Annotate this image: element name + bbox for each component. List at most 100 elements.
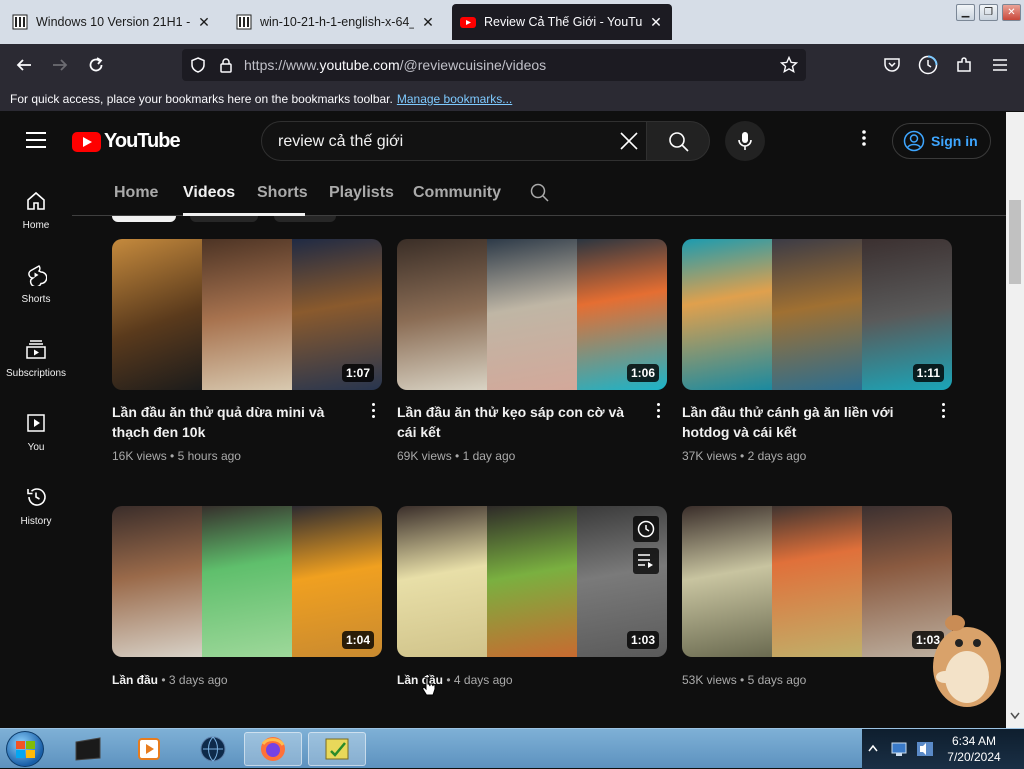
tab-playlists[interactable]: Playlists (329, 184, 394, 202)
filter-chip-popular[interactable] (190, 216, 258, 222)
taskbar-globe[interactable] (184, 732, 242, 766)
sign-in-button[interactable]: Sign in (892, 123, 991, 159)
maximize-window-button[interactable]: ❐ (979, 4, 998, 21)
tab-title: Review Cả Thế Giới - YouTube (484, 15, 642, 29)
taskbar-media-player[interactable] (120, 732, 178, 766)
network-icon[interactable] (890, 741, 908, 757)
sidebar-item-shorts[interactable]: Shorts (0, 264, 72, 326)
subscriptions-icon (26, 340, 46, 359)
video-thumbnail[interactable]: 1:07 (112, 239, 382, 390)
search-input[interactable]: review cả thế giới (261, 121, 647, 161)
minimize-window-button[interactable]: ▁ (956, 4, 975, 21)
video-menu-button[interactable] (368, 403, 378, 421)
video-thumbnail[interactable]: 1:06 (397, 239, 667, 390)
filter-chip-oldest[interactable] (274, 216, 336, 222)
url-text[interactable]: https://www.youtube.com/@reviewcuisine/v… (244, 57, 546, 73)
video-duration: 1:03 (626, 631, 659, 649)
back-button[interactable] (12, 53, 36, 77)
url-prefix: https://www. (244, 57, 320, 73)
tab-title: win-10-21-h-1-english-x-64_20 (260, 15, 414, 29)
forward-button[interactable] (48, 53, 72, 77)
start-button[interactable] (6, 731, 44, 767)
sidebar-item-subscriptions[interactable]: Subscriptions (0, 338, 72, 400)
tab-community[interactable]: Community (413, 184, 501, 202)
account-button[interactable] (916, 53, 940, 77)
close-icon[interactable]: ✕ (420, 14, 436, 31)
filter-chip-latest[interactable] (112, 216, 176, 222)
view-count: 53K views (682, 673, 737, 687)
browser-tab-windows-10[interactable]: Windows 10 Version 21H1 - Eng ✕ (4, 4, 220, 40)
lock-icon[interactable] (218, 57, 234, 73)
sidebar-item-label: Subscriptions (5, 368, 67, 379)
video-card[interactable]: 1:06 Lần đầu ăn thử kẹo sáp con cờ và cá… (397, 239, 667, 463)
tab-shorts[interactable]: Shorts (257, 184, 308, 202)
browser-tab-win-10-iso[interactable]: win-10-21-h-1-english-x-64_20 ✕ (228, 4, 444, 40)
voice-search-button[interactable] (725, 121, 765, 161)
taskbar-clock[interactable]: 6:34 AM 7/20/2024 (934, 733, 1014, 765)
sidebar-item-home[interactable]: Home (0, 190, 72, 252)
tray-expand-icon[interactable] (868, 744, 878, 752)
desktop-pet-hamster-icon[interactable] (915, 605, 1005, 710)
tab-home[interactable]: Home (114, 184, 158, 202)
video-menu-button[interactable] (653, 403, 663, 421)
sidebar-item-you[interactable]: You (0, 412, 72, 474)
more-options-button[interactable] (852, 129, 876, 153)
video-card[interactable]: 1:11 Lần đầu thử cánh gà ăn liền với hot… (682, 239, 952, 463)
star-icon[interactable] (780, 56, 798, 74)
video-card[interactable]: 1:04 Lần đầu • 3 days ago (112, 506, 382, 687)
reload-button[interactable] (84, 53, 108, 77)
clear-search-icon[interactable] (618, 130, 640, 152)
watch-later-icon[interactable] (633, 516, 659, 542)
page-scrollbar[interactable] (1006, 112, 1024, 728)
scroll-down-icon[interactable] (1010, 712, 1020, 720)
media-player-icon (138, 738, 160, 760)
video-title[interactable]: Lần đầu ăn thử quả dừa mini và thạch đen… (112, 402, 352, 442)
video-thumbnail[interactable]: 1:03 (397, 506, 667, 657)
bookmarks-hint: For quick access, place your bookmarks h… (10, 92, 393, 106)
video-thumbnail[interactable]: 1:11 (682, 239, 952, 390)
video-metadata: 37K views • 2 days ago (682, 449, 807, 463)
video-title[interactable]: Lần đầu ăn thử kẹo sáp con cờ và cái kết (397, 402, 637, 442)
sidebar-item-label: Home (22, 220, 50, 231)
history-icon (27, 488, 46, 506)
search-button[interactable] (646, 121, 710, 161)
video-card[interactable]: 1:03 Lần đầu • 4 days ago (397, 506, 667, 696)
thumbnail-panel (112, 239, 202, 390)
youtube-logo[interactable]: YouTube (72, 130, 181, 153)
view-count: 16K views (112, 449, 167, 463)
volume-icon[interactable] (916, 741, 934, 757)
channel-search-icon[interactable] (530, 183, 550, 203)
guide-menu-button[interactable] (26, 132, 46, 148)
tab-videos[interactable]: Videos (183, 184, 235, 202)
taskbar-firefox[interactable] (244, 732, 302, 766)
extensions-button[interactable] (952, 53, 976, 77)
pocket-icon (884, 58, 900, 72)
thumbnail-panel (772, 506, 862, 657)
taskbar-terminal[interactable] (60, 732, 118, 766)
menu-button[interactable] (988, 53, 1012, 77)
scrollbar-thumb[interactable] (1009, 200, 1021, 284)
shield-icon[interactable] (190, 57, 206, 73)
close-window-button[interactable]: ✕ (1002, 4, 1021, 21)
video-metadata: Lần đầu • 3 days ago (112, 673, 228, 687)
sidebar-item-history[interactable]: History (0, 486, 72, 548)
video-title[interactable]: Lần đầu (112, 673, 158, 687)
taskbar-notepad[interactable] (308, 732, 366, 766)
video-menu-button[interactable] (938, 403, 948, 421)
browser-tab-youtube[interactable]: Review Cả Thế Giới - YouTube ✕ (452, 4, 672, 40)
pocket-button[interactable] (880, 53, 904, 77)
video-card[interactable]: 1:07 Lần đầu ăn thử quả dừa mini và thạc… (112, 239, 382, 463)
video-card[interactable]: 1:03 53K views • 5 days ago (682, 506, 952, 687)
tab-title: Windows 10 Version 21H1 - Eng (36, 15, 190, 29)
close-icon[interactable]: ✕ (648, 14, 664, 31)
video-title[interactable]: Lần đầu thử cánh gà ăn liền với hotdog v… (682, 402, 922, 442)
user-circle-icon (903, 130, 925, 152)
video-thumbnail[interactable]: 1:04 (112, 506, 382, 657)
manage-bookmarks-link[interactable]: Manage bookmarks... (397, 92, 512, 106)
add-to-queue-icon[interactable] (633, 548, 659, 574)
home-icon (27, 191, 45, 210)
video-thumbnail[interactable]: 1:03 (682, 506, 952, 657)
url-path: /@reviewcuisine/videos (399, 57, 547, 73)
address-bar[interactable]: https://www.youtube.com/@reviewcuisine/v… (182, 49, 806, 81)
close-icon[interactable]: ✕ (196, 14, 212, 31)
